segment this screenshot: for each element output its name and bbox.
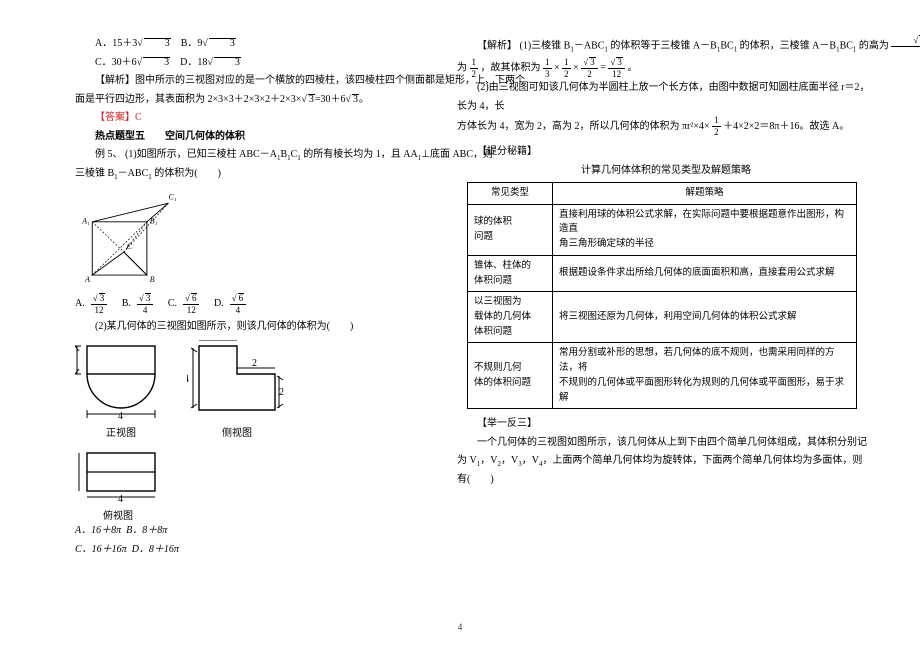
r-analysis-3: (2)由三视图可知该几何体为半圆柱上放一个长方体，由图中数据可知圆柱底面半径 r… [457,79,875,116]
strategy-table: 常见类型 解题策略 球的体积问题 直接利用球的体积公式求解，在实际问题中要根据题… [467,182,857,409]
analysis-label: 【解析】 [95,75,135,86]
example-line-2: 为 V1，V2，V3，V4，上面两个简单几何体均为旋转体，下面两个简单几何体均为… [457,452,875,471]
ex5-choices: A. √312 B. √34 C. √612 D. √64 [75,293,425,315]
dim-4: 4 [118,411,123,420]
label-C: C [127,242,133,251]
ex5-q2-opts-2: C．16＋16π D．8＋16π [75,541,425,560]
example-line-1: 一个几何体的三视图如图所示，该几何体从上到下由四个简单几何体组成，其体积分别记 [457,434,875,453]
right-column: 【解析】 (1)三棱锥 B1－ABC1 的体积等于三棱锥 A－B1BC1 的体积… [435,35,920,559]
th-type: 常见类型 [468,183,553,205]
left-column: A．15＋3√3 B．9√3 C．30＋6√3 D．18√3 【解析】图中所示的… [0,35,435,559]
ex5-q2: (2)某几何体的三视图如图所示，则该几何体的体积为( ) [75,318,425,337]
opt-b: B．9 [181,38,203,49]
analysis-line-1: 【解析】图中所示的三视图对应的是一个横放的四棱柱，该四棱柱四个侧面都是矩形，上、… [75,72,425,91]
svg-text:2: 2 [214,340,219,341]
front-view-label: 正视图 [106,424,136,439]
side-view-box: 2 2 2 4 侧视图 [187,340,287,439]
label-A: A [84,275,90,283]
r-analysis-2: 为 12 ，故其体积为 13 × 12 × √32 = √312 。 [457,57,875,79]
svg-text:4: 4 [118,494,123,503]
example-label: 【举一反三】 [457,415,875,434]
ex5-line-1: 例 5、 (1)如图所示，已知三棱柱 ABC－A1B1C1 的所有棱长均为 1，… [75,146,425,165]
option-row-2: C．30＋6√3 D．18√3 [75,54,425,73]
page-number: 4 [0,622,920,632]
option-row-1: A．15＋3√3 B．9√3 [75,35,425,54]
side-view-figure: 2 2 2 4 [187,340,287,420]
table-row: 以三视图为载体的几何体体积问题 将三视图还原为几何体，利用空间几何体的体积公式求… [468,292,857,343]
svg-text:2: 2 [279,387,284,398]
r-analysis-4: 方体长为 4，宽为 2，高为 2，所以几何体的体积为 πr²×4× 12 ＋4×… [457,116,875,137]
front-view-figure: 4 2 [75,340,167,420]
table-title: 计算几何体体积的常见类型及解题策略 [457,162,875,181]
opt-c: C．30＋6 [95,57,137,68]
ex5-line-2: 三棱锥 B1－ABC1 的体积为( ) [75,165,425,184]
answer-value: C [135,112,142,123]
tips-label: 【提分秘籍】 [457,143,875,162]
top-view-box: 4 4 俯视图 [75,447,425,522]
r-analysis-1: 【解析】 (1)三棱锥 B1－ABC1 的体积等于三棱锥 A－B1BC1 的体积… [457,35,875,57]
analysis-label: 【解析】 [477,40,517,51]
svg-text:4: 4 [187,374,189,385]
front-view-box: 4 2 正视图 [75,340,167,439]
svg-text:2: 2 [252,358,257,369]
example-line-3: 有( ) [457,471,875,490]
label-B1: B₁ [150,216,158,225]
answer-line: 【答案】C [75,109,425,128]
th-strategy: 解题策略 [553,183,857,205]
analysis-line-2: 面是平行四边形，其表面积为 2×3×3＋2×3×2＋2×3×√3=30＋6√3。 [75,91,425,110]
table-row: 锥体、柱体的体积问题 根据题设条件求出所给几何体的底面面积和高，直接套用公式求解 [468,255,857,291]
views-row-1: 4 2 正视图 2 2 2 [75,340,425,439]
answer-label: 【答案】 [95,112,135,123]
opt-d: D．18 [180,57,207,68]
opt-a: A．15＋3 [95,38,137,49]
table-header-row: 常见类型 解题策略 [468,183,857,205]
table-row: 不规则几何体的体积问题 常用分割或补形的思想，若几何体的底不规则，也需采用同样的… [468,343,857,409]
top-view-figure: 4 4 [75,447,167,503]
prism-figure: C₁ A₁ B₁ C A B [75,188,190,283]
table-row: 球的体积问题 直接利用球的体积公式求解，在实际问题中要根据题意作出图形，构造直角… [468,204,857,255]
top-view-label: 俯视图 [75,507,133,522]
hot-topic-title: 热点题型五 空间几何体的体积 [75,128,425,147]
label-A1: A₁ [81,216,90,225]
label-C1: C₁ [168,192,176,201]
ex5-q2-opts-1: A．16＋8π B．8＋8π [75,522,425,541]
label-B: B [150,275,155,283]
side-view-label: 侧视图 [222,424,252,439]
